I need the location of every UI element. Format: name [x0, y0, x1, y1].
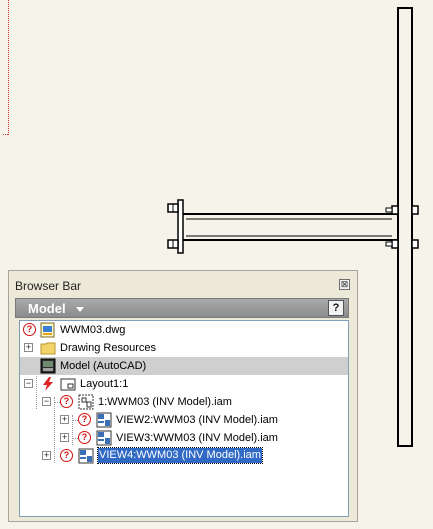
right-bolt-bottom — [411, 239, 419, 249]
view-frame-icon — [78, 394, 94, 410]
tree-row-drawing-resources[interactable]: + Drawing Resources — [20, 339, 348, 357]
view-icon — [78, 448, 94, 464]
expand-icon[interactable]: + — [60, 433, 69, 442]
lightning-icon — [43, 377, 53, 391]
tree-row-label: WWM03.dwg — [60, 324, 126, 336]
question-icon: ? — [78, 431, 91, 444]
tree-row-label-selected: VIEW4:WWM03 (INV Model).iam — [97, 447, 263, 464]
tree-row-label: VIEW2:WWM03 (INV Model).iam — [116, 414, 278, 426]
tree-row-drawing[interactable]: ? WWM03.dwg — [20, 321, 348, 339]
tree-row-model[interactable]: Model (AutoCAD) — [20, 357, 348, 375]
help-button[interactable]: ? — [328, 300, 344, 316]
expand-icon[interactable]: + — [24, 343, 33, 352]
question-icon: ? — [60, 395, 73, 408]
tree-row-view4[interactable]: + ? VIEW4:WWM03 (INV Model).iam — [20, 447, 348, 465]
right-bracket-bottom — [391, 239, 399, 249]
tree-row-label: Layout1:1 — [80, 378, 129, 390]
tree-row-base-view[interactable]: − ? 1:WWM03 (INV Model).iam — [20, 393, 348, 411]
right-bracket-top — [391, 205, 399, 215]
expand-icon[interactable]: + — [60, 415, 69, 424]
model-dropdown-label: Model — [28, 301, 66, 316]
layout-icon — [60, 378, 76, 391]
question-icon: ? — [60, 449, 73, 462]
close-icon[interactable]: ⊠ — [339, 279, 350, 290]
tree-row-view3[interactable]: + ? VIEW3:WWM03 (INV Model).iam — [20, 429, 348, 447]
folder-icon — [40, 342, 56, 355]
tree-row-layout[interactable]: − Layout1:1 — [20, 375, 348, 393]
collapse-icon[interactable]: − — [42, 397, 51, 406]
tree-row-label: 1:WWM03 (INV Model).iam — [98, 396, 232, 408]
tree-row-view2[interactable]: + ? VIEW2:WWM03 (INV Model).iam — [20, 411, 348, 429]
browser-tree[interactable]: ? WWM03.dwg + Drawing Resources Model (A… — [19, 320, 349, 517]
tree-row-label: Drawing Resources — [60, 342, 156, 354]
model-space-icon — [40, 358, 56, 374]
view-icon — [96, 412, 112, 428]
panel-title: Browser Bar — [15, 279, 82, 293]
tree-row-label: VIEW3:WWM03 (INV Model).iam — [116, 432, 278, 444]
dwg-file-icon — [40, 322, 55, 338]
model-dropdown[interactable]: Model ? — [15, 298, 349, 318]
right-bolt-top — [411, 205, 419, 215]
vertical-post — [397, 7, 413, 447]
expand-icon[interactable]: + — [42, 451, 51, 460]
tree-row-label: Model (AutoCAD) — [60, 360, 147, 372]
browser-bar-panel: Browser Bar ⊠ Model ? ? WWM03.dwg + Draw… — [8, 270, 358, 522]
question-icon: ? — [23, 323, 36, 336]
chevron-down-icon — [76, 307, 84, 312]
question-icon: ? — [78, 413, 91, 426]
view-icon — [96, 430, 112, 446]
collapse-icon[interactable]: − — [24, 379, 33, 388]
